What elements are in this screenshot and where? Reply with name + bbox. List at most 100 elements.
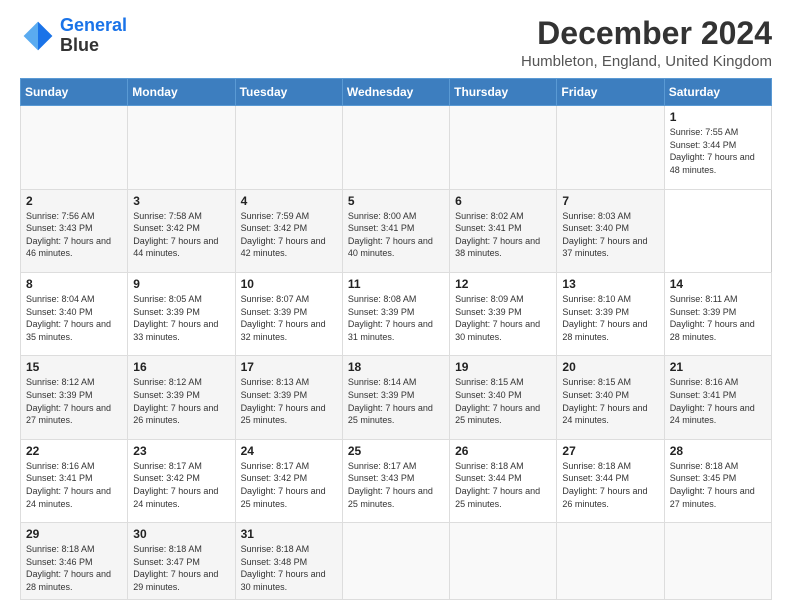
day-number: 13 bbox=[562, 277, 658, 291]
logo-text: General Blue bbox=[60, 16, 127, 56]
cell-info: Sunrise: 8:17 AM Sunset: 3:43 PM Dayligh… bbox=[348, 460, 444, 510]
calendar-cell: 29 Sunrise: 8:18 AM Sunset: 3:46 PM Dayl… bbox=[21, 523, 128, 600]
cell-info: Sunrise: 8:10 AM Sunset: 3:39 PM Dayligh… bbox=[562, 293, 658, 343]
day-number: 26 bbox=[455, 444, 551, 458]
day-number: 9 bbox=[133, 277, 229, 291]
cell-info: Sunrise: 7:58 AM Sunset: 3:42 PM Dayligh… bbox=[133, 210, 229, 260]
cell-info: Sunrise: 8:05 AM Sunset: 3:39 PM Dayligh… bbox=[133, 293, 229, 343]
calendar-cell: 11 Sunrise: 8:08 AM Sunset: 3:39 PM Dayl… bbox=[342, 273, 449, 356]
cell-info: Sunrise: 8:03 AM Sunset: 3:40 PM Dayligh… bbox=[562, 210, 658, 260]
cell-info: Sunrise: 8:13 AM Sunset: 3:39 PM Dayligh… bbox=[241, 376, 337, 426]
calendar-cell: 27 Sunrise: 8:18 AM Sunset: 3:44 PM Dayl… bbox=[557, 439, 664, 522]
cell-info: Sunrise: 8:09 AM Sunset: 3:39 PM Dayligh… bbox=[455, 293, 551, 343]
cell-info: Sunrise: 8:14 AM Sunset: 3:39 PM Dayligh… bbox=[348, 376, 444, 426]
logo: General Blue bbox=[20, 16, 127, 56]
calendar-cell bbox=[450, 106, 557, 189]
calendar-cell bbox=[235, 106, 342, 189]
cell-info: Sunrise: 8:18 AM Sunset: 3:45 PM Dayligh… bbox=[670, 460, 766, 510]
cell-info: Sunrise: 8:17 AM Sunset: 3:42 PM Dayligh… bbox=[133, 460, 229, 510]
calendar-cell: 17 Sunrise: 8:13 AM Sunset: 3:39 PM Dayl… bbox=[235, 356, 342, 439]
day-number: 5 bbox=[348, 194, 444, 208]
calendar-cell bbox=[557, 106, 664, 189]
cell-info: Sunrise: 7:56 AM Sunset: 3:43 PM Dayligh… bbox=[26, 210, 122, 260]
col-header-saturday: Saturday bbox=[664, 79, 771, 106]
col-header-thursday: Thursday bbox=[450, 79, 557, 106]
calendar-cell: 28 Sunrise: 8:18 AM Sunset: 3:45 PM Dayl… bbox=[664, 439, 771, 522]
cell-info: Sunrise: 8:08 AM Sunset: 3:39 PM Dayligh… bbox=[348, 293, 444, 343]
cell-info: Sunrise: 8:17 AM Sunset: 3:42 PM Dayligh… bbox=[241, 460, 337, 510]
day-number: 17 bbox=[241, 360, 337, 374]
day-number: 27 bbox=[562, 444, 658, 458]
day-number: 16 bbox=[133, 360, 229, 374]
col-header-friday: Friday bbox=[557, 79, 664, 106]
calendar-cell: 26 Sunrise: 8:18 AM Sunset: 3:44 PM Dayl… bbox=[450, 439, 557, 522]
title-block: December 2024 Humbleton, England, United… bbox=[521, 16, 772, 70]
day-number: 23 bbox=[133, 444, 229, 458]
day-number: 30 bbox=[133, 527, 229, 541]
calendar-cell: 14 Sunrise: 8:11 AM Sunset: 3:39 PM Dayl… bbox=[664, 273, 771, 356]
cell-info: Sunrise: 8:12 AM Sunset: 3:39 PM Dayligh… bbox=[26, 376, 122, 426]
calendar-cell bbox=[450, 523, 557, 600]
logo-line2: Blue bbox=[60, 36, 127, 56]
day-number: 20 bbox=[562, 360, 658, 374]
calendar-cell: 23 Sunrise: 8:17 AM Sunset: 3:42 PM Dayl… bbox=[128, 439, 235, 522]
calendar-cell: 20 Sunrise: 8:15 AM Sunset: 3:40 PM Dayl… bbox=[557, 356, 664, 439]
col-header-monday: Monday bbox=[128, 79, 235, 106]
cell-info: Sunrise: 8:04 AM Sunset: 3:40 PM Dayligh… bbox=[26, 293, 122, 343]
calendar-cell: 16 Sunrise: 8:12 AM Sunset: 3:39 PM Dayl… bbox=[128, 356, 235, 439]
calendar-cell: 8 Sunrise: 8:04 AM Sunset: 3:40 PM Dayli… bbox=[21, 273, 128, 356]
day-number: 21 bbox=[670, 360, 766, 374]
calendar-cell: 21 Sunrise: 8:16 AM Sunset: 3:41 PM Dayl… bbox=[664, 356, 771, 439]
day-number: 1 bbox=[670, 110, 766, 124]
day-number: 8 bbox=[26, 277, 122, 291]
cell-info: Sunrise: 8:18 AM Sunset: 3:44 PM Dayligh… bbox=[455, 460, 551, 510]
calendar-cell: 1 Sunrise: 7:55 AM Sunset: 3:44 PM Dayli… bbox=[664, 106, 771, 189]
page: General Blue December 2024 Humbleton, En… bbox=[0, 0, 792, 612]
calendar-cell: 19 Sunrise: 8:15 AM Sunset: 3:40 PM Dayl… bbox=[450, 356, 557, 439]
calendar-cell: 31 Sunrise: 8:18 AM Sunset: 3:48 PM Dayl… bbox=[235, 523, 342, 600]
logo-line1: General bbox=[60, 15, 127, 35]
calendar-cell: 18 Sunrise: 8:14 AM Sunset: 3:39 PM Dayl… bbox=[342, 356, 449, 439]
subtitle: Humbleton, England, United Kingdom bbox=[521, 53, 772, 70]
cell-info: Sunrise: 8:18 AM Sunset: 3:44 PM Dayligh… bbox=[562, 460, 658, 510]
cell-info: Sunrise: 8:16 AM Sunset: 3:41 PM Dayligh… bbox=[670, 376, 766, 426]
calendar-cell: 13 Sunrise: 8:10 AM Sunset: 3:39 PM Dayl… bbox=[557, 273, 664, 356]
day-number: 18 bbox=[348, 360, 444, 374]
calendar-cell bbox=[21, 106, 128, 189]
calendar-cell bbox=[342, 523, 449, 600]
day-number: 24 bbox=[241, 444, 337, 458]
calendar-cell: 7 Sunrise: 8:03 AM Sunset: 3:40 PM Dayli… bbox=[557, 189, 664, 272]
day-number: 7 bbox=[562, 194, 658, 208]
calendar-cell: 4 Sunrise: 7:59 AM Sunset: 3:42 PM Dayli… bbox=[235, 189, 342, 272]
cell-info: Sunrise: 8:02 AM Sunset: 3:41 PM Dayligh… bbox=[455, 210, 551, 260]
day-number: 22 bbox=[26, 444, 122, 458]
cell-info: Sunrise: 8:15 AM Sunset: 3:40 PM Dayligh… bbox=[562, 376, 658, 426]
day-number: 6 bbox=[455, 194, 551, 208]
cell-info: Sunrise: 8:18 AM Sunset: 3:48 PM Dayligh… bbox=[241, 543, 337, 593]
day-number: 4 bbox=[241, 194, 337, 208]
cell-info: Sunrise: 7:59 AM Sunset: 3:42 PM Dayligh… bbox=[241, 210, 337, 260]
calendar-cell: 10 Sunrise: 8:07 AM Sunset: 3:39 PM Dayl… bbox=[235, 273, 342, 356]
calendar-cell bbox=[664, 523, 771, 600]
calendar-cell: 15 Sunrise: 8:12 AM Sunset: 3:39 PM Dayl… bbox=[21, 356, 128, 439]
calendar-cell: 3 Sunrise: 7:58 AM Sunset: 3:42 PM Dayli… bbox=[128, 189, 235, 272]
calendar-cell: 22 Sunrise: 8:16 AM Sunset: 3:41 PM Dayl… bbox=[21, 439, 128, 522]
cell-info: Sunrise: 8:11 AM Sunset: 3:39 PM Dayligh… bbox=[670, 293, 766, 343]
day-number: 12 bbox=[455, 277, 551, 291]
calendar-cell bbox=[128, 106, 235, 189]
cell-info: Sunrise: 7:55 AM Sunset: 3:44 PM Dayligh… bbox=[670, 126, 766, 176]
calendar-cell: 30 Sunrise: 8:18 AM Sunset: 3:47 PM Dayl… bbox=[128, 523, 235, 600]
day-number: 2 bbox=[26, 194, 122, 208]
cell-info: Sunrise: 8:16 AM Sunset: 3:41 PM Dayligh… bbox=[26, 460, 122, 510]
col-header-tuesday: Tuesday bbox=[235, 79, 342, 106]
cell-info: Sunrise: 8:12 AM Sunset: 3:39 PM Dayligh… bbox=[133, 376, 229, 426]
day-number: 25 bbox=[348, 444, 444, 458]
calendar-cell: 24 Sunrise: 8:17 AM Sunset: 3:42 PM Dayl… bbox=[235, 439, 342, 522]
day-number: 19 bbox=[455, 360, 551, 374]
col-header-sunday: Sunday bbox=[21, 79, 128, 106]
day-number: 31 bbox=[241, 527, 337, 541]
calendar-cell: 2 Sunrise: 7:56 AM Sunset: 3:43 PM Dayli… bbox=[21, 189, 128, 272]
main-title: December 2024 bbox=[521, 16, 772, 51]
calendar-cell: 5 Sunrise: 8:00 AM Sunset: 3:41 PM Dayli… bbox=[342, 189, 449, 272]
day-number: 14 bbox=[670, 277, 766, 291]
